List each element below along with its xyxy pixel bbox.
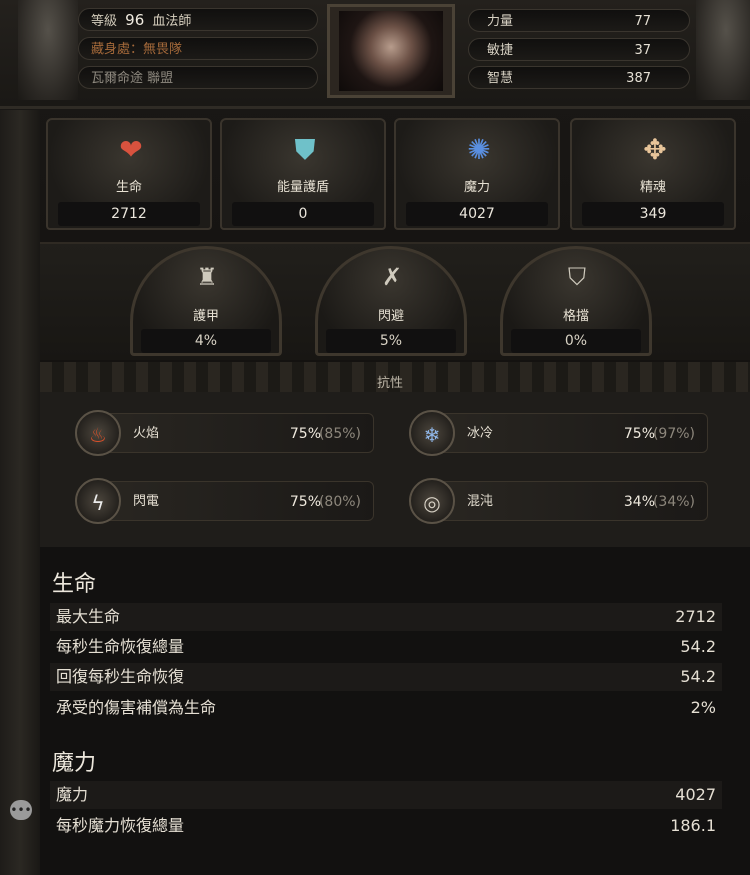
defense-value: 0%	[511, 329, 641, 353]
stat-row[interactable]: 承受的傷害補償為生命 2%	[50, 694, 722, 722]
shield-crest-icon: ⛊	[294, 133, 316, 166]
stat-value: 2712	[58, 202, 200, 226]
spirit-orb-icon: ✥	[643, 133, 667, 166]
character-header: 等級 96 血法師 藏身處：無畏隊 瓦爾命途 聯盟 力量 77 敏捷 37 智慧…	[0, 0, 750, 109]
resistance-label: 火焰	[133, 426, 160, 441]
defense-value: 4%	[141, 329, 271, 353]
stat-row-value: 54.2	[680, 637, 716, 656]
attribute-label: 力量	[487, 14, 514, 29]
resistance-cold[interactable]: ❄ 冰冷 75% (97%)	[409, 410, 708, 456]
resistance-label: 混沌	[467, 494, 494, 509]
stat-row[interactable]: 每秒生命恢復總量 54.2	[50, 633, 722, 661]
stat-mana[interactable]: ✺ 魔力 4027	[394, 118, 560, 230]
armour-icon: ♜	[196, 263, 218, 291]
stat-row-label: 最大生命	[56, 607, 121, 626]
resistances-title: 抗性	[376, 376, 403, 391]
resistance-lightning[interactable]: ϟ 閃電 75% (80%)	[75, 478, 374, 524]
resistance-max: (80%)	[318, 494, 361, 510]
stat-value: 349	[582, 202, 724, 226]
defense-value: 5%	[326, 329, 456, 353]
hideout-pill[interactable]: 藏身處：無畏隊	[78, 37, 318, 60]
stat-energy-shield[interactable]: ⛊ 能量護盾 0	[220, 118, 386, 230]
resistance-fire[interactable]: ♨ 火焰 75% (85%)	[75, 410, 374, 456]
resistance-value: 75%	[623, 426, 655, 442]
portrait-image	[339, 11, 443, 91]
resistance-max: (97%)	[652, 426, 695, 442]
stat-row-value: 2%	[690, 698, 716, 717]
stat-label: 精魂	[639, 180, 666, 195]
stat-row[interactable]: 回復每秒生命恢復 54.2	[50, 663, 722, 691]
statue-right-ornament	[696, 0, 750, 100]
stat-row-value: 4027	[675, 785, 716, 804]
class-name: 血法師	[152, 14, 192, 29]
attribute-dexterity: 敏捷 37	[468, 38, 690, 61]
stat-row[interactable]: 最大生命 2712	[50, 603, 722, 631]
guild-name: 瓦爾命途 聯盟	[91, 71, 174, 86]
block-shield-icon: ⛉	[568, 263, 586, 291]
attribute-value: 77	[634, 14, 651, 29]
resistance-value: 34%	[623, 494, 655, 510]
stat-label: 能量護盾	[276, 180, 329, 195]
stat-row-label: 每秒生命恢復總量	[56, 637, 185, 656]
life-section-title: 生命	[52, 572, 97, 597]
stat-value: 4027	[406, 202, 548, 226]
resistance-label: 閃電	[133, 494, 160, 509]
stat-row-label: 承受的傷害補償為生命	[56, 698, 217, 717]
mana-section-title: 魔力	[52, 751, 97, 776]
hideout-name: 藏身處：無畏隊	[91, 42, 183, 57]
fire-icon: ♨	[75, 410, 121, 456]
resistance-max: (34%)	[652, 494, 695, 510]
stat-row-value: 2712	[675, 607, 716, 626]
stat-row-value: 186.1	[670, 816, 716, 835]
resistance-label: 冰冷	[467, 426, 494, 441]
resistance-chaos[interactable]: ◎ 混沌 34% (34%)	[409, 478, 708, 524]
stat-row[interactable]: 每秒魔力恢復總量 186.1	[50, 812, 722, 840]
stat-row-label: 魔力	[56, 785, 89, 804]
level-value: 96	[125, 11, 145, 29]
heart-icon: ❤	[119, 133, 143, 166]
attribute-value: 37	[634, 43, 651, 58]
resistance-max: (85%)	[318, 426, 361, 442]
chaos-icon: ◎	[409, 478, 455, 524]
stat-label: 魔力	[463, 180, 490, 195]
stat-value: 0	[232, 202, 374, 226]
attribute-strength: 力量 77	[468, 9, 690, 32]
attribute-label: 智慧	[487, 71, 514, 86]
statue-left-ornament	[18, 0, 78, 100]
lightning-icon: ϟ	[75, 478, 121, 524]
attribute-intelligence: 智慧 387	[468, 66, 690, 89]
stat-life[interactable]: ❤ 生命 2712	[46, 118, 212, 230]
stat-row-label: 每秒魔力恢復總量	[56, 816, 185, 835]
stat-label: 生命	[115, 180, 142, 195]
level-label: 等級	[91, 14, 118, 29]
level-class-pill: 等級 96 血法師	[78, 8, 318, 31]
character-portrait	[327, 4, 455, 98]
stat-row-value: 54.2	[680, 667, 716, 686]
defense-label: 閃避	[377, 309, 404, 324]
attribute-label: 敏捷	[487, 43, 514, 58]
defense-label: 護甲	[192, 309, 219, 324]
resistance-value: 75%	[289, 426, 321, 442]
panel-left-border	[0, 110, 40, 875]
stat-spirit[interactable]: ✥ 精魂 349	[570, 118, 736, 230]
evasion-icon: ✗	[381, 263, 403, 291]
stat-row[interactable]: 魔力 4027	[50, 781, 722, 809]
stat-row-label: 回復每秒生命恢復	[56, 667, 185, 686]
defense-label: 格擋	[562, 309, 589, 324]
cold-icon: ❄	[409, 410, 455, 456]
chat-icon[interactable]: •••	[10, 800, 32, 820]
attribute-value: 387	[626, 71, 651, 86]
mana-flask-icon: ✺	[467, 133, 491, 166]
guild-pill[interactable]: 瓦爾命途 聯盟	[78, 66, 318, 89]
resistance-value: 75%	[289, 494, 321, 510]
